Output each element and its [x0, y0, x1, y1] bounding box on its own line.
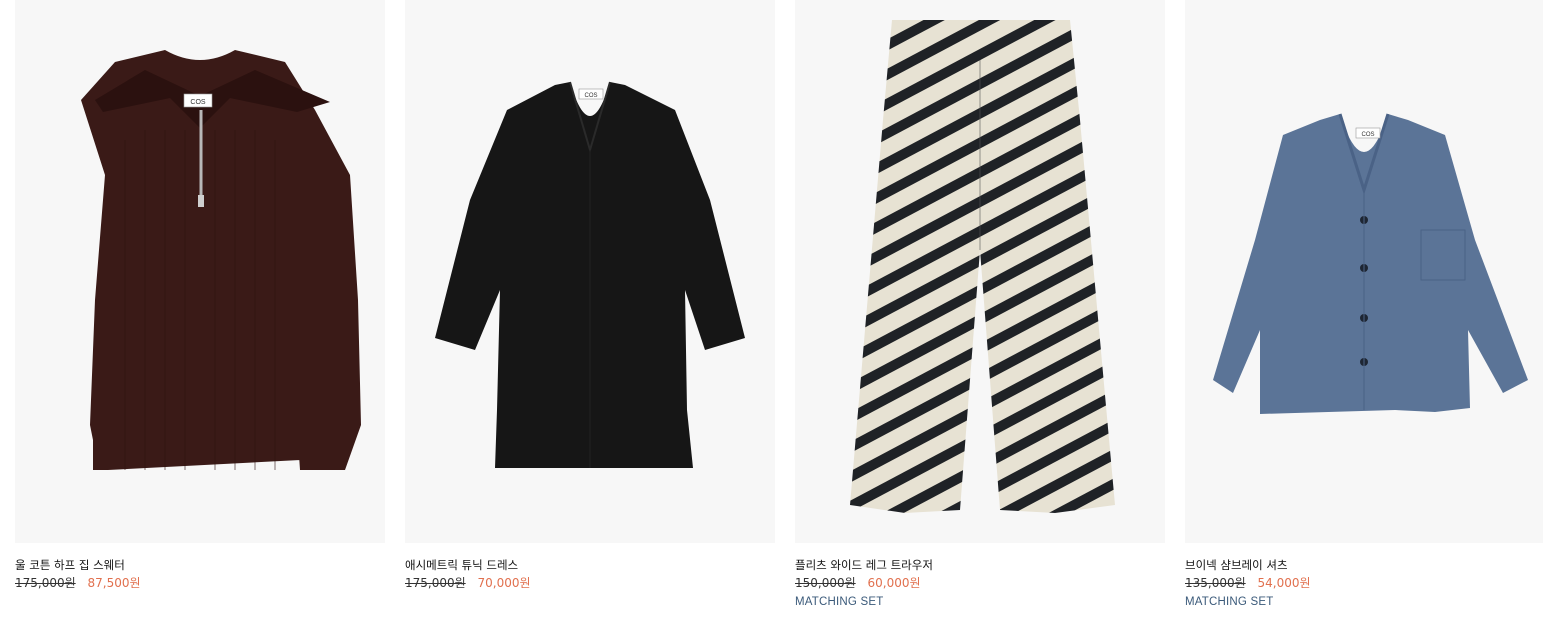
product-name[interactable]: 플리츠 와이드 레그 트라우저 — [795, 557, 1165, 573]
original-price: 175,000원 — [15, 576, 76, 590]
original-price: 150,000원 — [795, 576, 856, 590]
product-name[interactable]: 브이넥 샴브레이 셔츠 — [1185, 557, 1543, 573]
original-price: 135,000원 — [1185, 576, 1246, 590]
matching-set-tag[interactable]: MATCHING SET — [795, 595, 1165, 610]
product-image[interactable]: COS — [15, 0, 385, 543]
product-card[interactable]: COS 애시메트릭 튜닉 드레스 175,000원 70,000원 — [405, 0, 775, 592]
sale-price: 87,500원 — [87, 576, 141, 590]
price-row: 175,000원 70,000원 — [405, 575, 775, 592]
product-image[interactable]: COS — [1185, 0, 1543, 543]
sale-price: 54,000원 — [1257, 576, 1311, 590]
svg-text:COS: COS — [584, 93, 597, 99]
sale-price: 70,000원 — [477, 576, 531, 590]
original-price: 175,000원 — [405, 576, 466, 590]
product-card[interactable]: 플리츠 와이드 레그 트라우저 150,000원 60,000원 MATCHIN… — [795, 0, 1165, 610]
product-name[interactable]: 애시메트릭 튜닉 드레스 — [405, 557, 775, 573]
chambray-shirt-image: COS — [1213, 113, 1528, 414]
svg-text:COS: COS — [1361, 132, 1374, 138]
product-image[interactable]: COS — [405, 0, 775, 543]
product-grid: COS 울 코튼 하프 집 스웨터 175,000원 87,500원 COS 애… — [0, 0, 1543, 630]
product-image[interactable] — [795, 0, 1165, 543]
product-card[interactable]: COS 브이넥 샴브레이 셔츠 135,000원 54,000원 MATCHIN… — [1185, 0, 1543, 610]
price-row: 175,000원 87,500원 — [15, 575, 385, 592]
product-card[interactable]: COS 울 코튼 하프 집 스웨터 175,000원 87,500원 — [15, 0, 385, 592]
tunic-dress-image: COS — [435, 81, 745, 468]
price-row: 135,000원 54,000원 — [1185, 575, 1543, 592]
matching-set-tag[interactable]: MATCHING SET — [1185, 595, 1543, 610]
price-row: 150,000원 60,000원 — [795, 575, 1165, 592]
sale-price: 60,000원 — [867, 576, 921, 590]
svg-text:COS: COS — [190, 99, 206, 106]
product-name[interactable]: 울 코튼 하프 집 스웨터 — [15, 557, 385, 573]
half-zip-sweater-image: COS — [81, 50, 361, 470]
pleated-trouser-image — [850, 20, 1115, 513]
